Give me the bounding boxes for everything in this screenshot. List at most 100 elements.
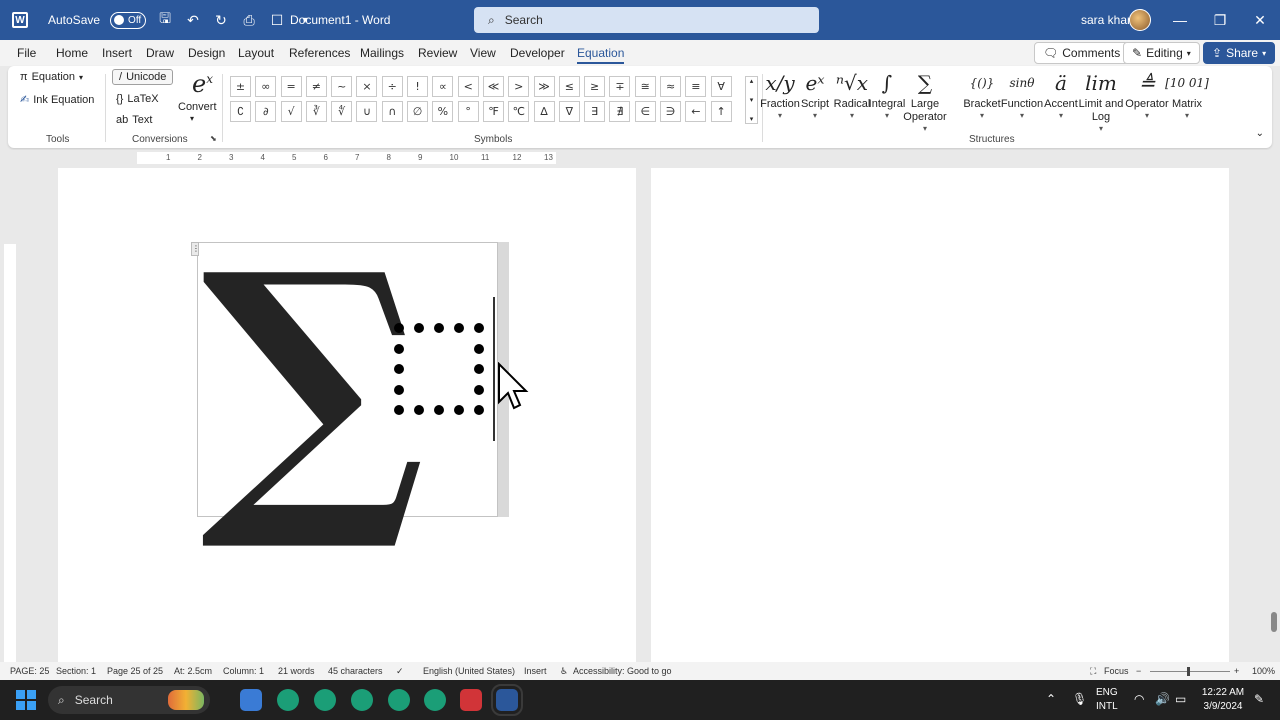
edge-browser-icon-4[interactable] bbox=[388, 689, 410, 711]
symbol-button[interactable]: ∝ bbox=[432, 76, 454, 97]
symbol-button[interactable]: ∛ bbox=[305, 101, 327, 122]
taskbar-search[interactable]: ⌕ Search bbox=[48, 686, 210, 714]
notifications-icon[interactable]: ✎ bbox=[1254, 692, 1264, 706]
symbol-button[interactable]: ≫ bbox=[533, 76, 555, 97]
status-page[interactable]: PAGE: 25 bbox=[10, 666, 49, 676]
tab-home[interactable]: Home bbox=[56, 46, 88, 60]
tab-references[interactable]: References bbox=[289, 46, 350, 60]
symbol-button[interactable]: ∞ bbox=[255, 76, 277, 97]
status-word-count[interactable]: 21 words bbox=[278, 666, 315, 676]
equation-placeholder[interactable] bbox=[394, 323, 484, 415]
comments-button[interactable]: 🗨 Comments bbox=[1034, 42, 1130, 64]
file-explorer-icon[interactable] bbox=[240, 689, 262, 711]
symbol-button[interactable]: = bbox=[280, 76, 302, 97]
symbol-button[interactable]: ∅ bbox=[407, 101, 429, 122]
document-page[interactable]: ⋮ ∑ bbox=[58, 168, 636, 662]
symbol-button[interactable]: ∄ bbox=[609, 101, 631, 122]
tab-equation[interactable]: Equation bbox=[577, 46, 625, 64]
zoom-out-button[interactable]: − bbox=[1136, 666, 1141, 676]
zoom-level[interactable]: 100% bbox=[1252, 666, 1275, 676]
tab-mailings[interactable]: Mailings bbox=[360, 46, 404, 60]
edge-browser-icon[interactable] bbox=[277, 689, 299, 711]
status-accessibility[interactable]: Accessibility: Good to go bbox=[573, 666, 672, 676]
volume-icon[interactable]: 🔊 bbox=[1155, 692, 1170, 706]
avatar[interactable] bbox=[1129, 9, 1151, 31]
symbol-button[interactable]: ≡ bbox=[685, 76, 707, 97]
symbol-button[interactable]: % bbox=[432, 101, 454, 122]
symbol-button[interactable]: ≥ bbox=[584, 76, 606, 97]
symbol-button[interactable]: ∈ bbox=[634, 101, 656, 122]
tab-draw[interactable]: Draw bbox=[146, 46, 174, 60]
edge-browser-icon-2[interactable] bbox=[314, 689, 336, 711]
vertical-ruler[interactable] bbox=[0, 166, 20, 662]
symbol-button[interactable]: ∩ bbox=[381, 101, 403, 122]
microphone-icon[interactable]: 🎙 bbox=[1072, 692, 1087, 706]
status-column[interactable]: Column: 1 bbox=[223, 666, 264, 676]
symbol-button[interactable]: ℃ bbox=[508, 101, 530, 122]
vertical-scrollbar[interactable] bbox=[1266, 166, 1280, 662]
print-icon[interactable]: ⎙ bbox=[240, 11, 258, 29]
equation-container[interactable]: ⋮ ∑ bbox=[191, 233, 509, 533]
accessibility-icon[interactable]: ♿ bbox=[560, 666, 568, 677]
structure-matrix-button[interactable]: [10 01] Matrix ▾ bbox=[1163, 68, 1211, 120]
symbol-button[interactable]: ± bbox=[230, 76, 251, 97]
status-page-count[interactable]: Page 25 of 25 bbox=[107, 666, 163, 676]
convert-button[interactable]: Convert bbox=[178, 101, 217, 113]
symbol-button[interactable]: ∃ bbox=[584, 101, 606, 122]
status-character-count[interactable]: 45 characters bbox=[328, 666, 383, 676]
symbol-button[interactable]: ∀ bbox=[710, 76, 732, 97]
symbol-button[interactable]: ≪ bbox=[482, 76, 504, 97]
symbol-button[interactable]: < bbox=[457, 76, 479, 97]
close-icon[interactable]: ✕ bbox=[1250, 10, 1270, 30]
horizontal-ruler[interactable]: 1 2 3 4 5 6 7 8 9 10 11 12 13 bbox=[0, 150, 1280, 166]
symbol-button[interactable]: ∜ bbox=[331, 101, 353, 122]
symbol-button[interactable]: > bbox=[508, 76, 530, 97]
status-position[interactable]: At: 2.5cm bbox=[174, 666, 212, 676]
symbol-button[interactable]: ! bbox=[407, 76, 429, 97]
zoom-in-button[interactable]: + bbox=[1234, 666, 1239, 676]
symbol-button[interactable]: ∪ bbox=[356, 101, 378, 122]
ink-equation-button[interactable]: ✍ Ink Equation bbox=[20, 93, 94, 107]
equation-handle-icon[interactable]: ⋮ bbox=[191, 242, 200, 256]
symbol-button[interactable]: ≠ bbox=[305, 76, 327, 97]
symbol-button[interactable]: ∇ bbox=[558, 101, 580, 122]
input-language[interactable]: ENG INTL bbox=[1096, 686, 1118, 714]
symbol-button[interactable]: ← bbox=[685, 101, 707, 122]
symbol-button[interactable]: ° bbox=[457, 101, 479, 122]
symbol-button[interactable]: ~ bbox=[331, 76, 353, 97]
focus-icon[interactable]: ⛶ bbox=[1090, 666, 1096, 677]
restore-icon[interactable]: ❐ bbox=[1210, 10, 1230, 30]
symbol-button[interactable]: ≤ bbox=[558, 76, 580, 97]
equation-button[interactable]: π Equation ▾ bbox=[20, 71, 83, 83]
symbol-button[interactable]: ℉ bbox=[482, 101, 504, 122]
screen-recorder-icon[interactable] bbox=[460, 689, 482, 711]
clock[interactable]: 12:22 AM 3/9/2024 bbox=[1198, 686, 1248, 714]
symbol-button[interactable]: √ bbox=[280, 101, 302, 122]
symbol-button[interactable]: ∁ bbox=[230, 101, 251, 122]
edge-browser-icon-5[interactable] bbox=[424, 689, 446, 711]
tab-file[interactable]: File bbox=[17, 46, 36, 60]
battery-icon[interactable]: ▭ bbox=[1175, 692, 1186, 706]
tab-developer[interactable]: Developer bbox=[510, 46, 565, 60]
symbol-button[interactable]: ∆ bbox=[533, 101, 555, 122]
tab-view[interactable]: View bbox=[470, 46, 496, 60]
zoom-slider[interactable] bbox=[1150, 671, 1230, 672]
document-page-next[interactable] bbox=[651, 168, 1229, 662]
chevron-down-icon[interactable]: ▾ bbox=[190, 114, 194, 123]
convert-icon[interactable]: ex bbox=[192, 70, 213, 98]
minimize-icon[interactable]: — bbox=[1170, 10, 1190, 30]
touch-mode-icon[interactable]: ☐ bbox=[268, 11, 286, 29]
redo-icon[interactable]: ↻ bbox=[212, 11, 230, 29]
word-taskbar-icon[interactable] bbox=[491, 684, 523, 716]
summation-operator[interactable]: ∑ bbox=[200, 233, 426, 533]
status-section[interactable]: Section: 1 bbox=[56, 666, 96, 676]
edge-browser-icon-3[interactable] bbox=[351, 689, 373, 711]
zoom-slider-thumb[interactable] bbox=[1187, 667, 1190, 676]
autosave-toggle[interactable]: Off bbox=[110, 11, 147, 29]
symbol-button[interactable]: ↑ bbox=[710, 101, 732, 122]
symbol-button[interactable]: × bbox=[356, 76, 378, 97]
symbol-button[interactable]: ≈ bbox=[660, 76, 682, 97]
status-language[interactable]: English (United States) bbox=[423, 666, 515, 676]
save-icon[interactable]: 🖫 bbox=[156, 10, 174, 29]
search-box[interactable]: ⌕ Search bbox=[474, 7, 819, 33]
